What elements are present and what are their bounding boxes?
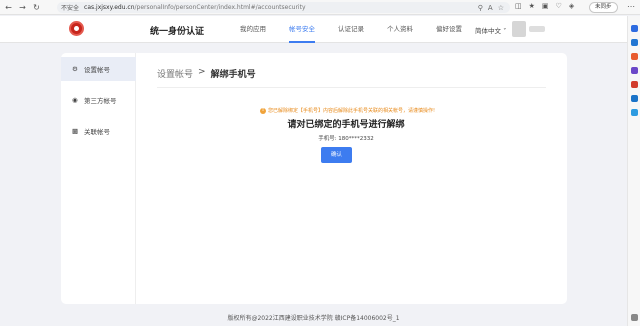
- browser-toolbar: ← → ↻ 不安全 cas.jxjsxy.edu.cn/personalInfo…: [0, 0, 640, 15]
- url-host: cas.jxjsxy.edu.cn: [84, 4, 135, 11]
- toolbar-icons: ◫ ★ ▣ ♡ ◈: [515, 2, 574, 10]
- collections-icon[interactable]: ▣: [542, 2, 549, 10]
- edge-sidebar: [627, 16, 640, 326]
- sidebar-item-label: 关联帐号: [84, 128, 110, 136]
- back-icon[interactable]: ←: [3, 2, 14, 13]
- gear-icon: ⚙: [72, 65, 78, 73]
- confirm-button[interactable]: 确认: [321, 147, 352, 163]
- warning-text: 您已解除绑定【手机号】内容后解除此手机号关联的相关帐号，请谨慎操作!: [268, 108, 436, 114]
- tools-icon[interactable]: [631, 53, 638, 60]
- nav-profile[interactable]: 个人资料: [387, 16, 413, 43]
- health-icon[interactable]: ♡: [556, 2, 562, 10]
- username-redacted[interactable]: [529, 26, 545, 32]
- favorites-icon[interactable]: ★: [529, 2, 535, 10]
- address-bar[interactable]: 不安全 cas.jxjsxy.edu.cn/personalInfo/perso…: [57, 2, 510, 13]
- add-sidebar-icon[interactable]: [631, 109, 638, 116]
- favorite-icon[interactable]: ☆: [498, 4, 504, 12]
- reload-icon[interactable]: ↻: [31, 2, 42, 13]
- nav-account-security[interactable]: 帐号安全: [289, 16, 315, 43]
- language-label: 简体中文: [475, 27, 501, 35]
- link-icon: ▩: [72, 127, 79, 135]
- shopping-icon[interactable]: [631, 39, 638, 46]
- nav-auth-records[interactable]: 认证记录: [338, 16, 364, 43]
- nav-my-apps[interactable]: 我的应用: [240, 16, 266, 43]
- school-logo[interactable]: [69, 21, 84, 36]
- sidebar-item-label: 设置帐号: [84, 66, 110, 74]
- main-card: ⚙ 设置帐号 ◉ 第三方帐号 ▩ 关联帐号 设置帐号 > 解绑手机号 ! 您已解…: [61, 53, 567, 304]
- language-select[interactable]: 简体中文 ˅: [475, 25, 506, 35]
- url-text[interactable]: cas.jxjsxy.edu.cn/personalInfo/personCen…: [84, 4, 305, 11]
- sidebar-item-label: 第三方帐号: [84, 97, 117, 105]
- outlook-icon[interactable]: [631, 95, 638, 102]
- phone-value: 180****2332: [338, 136, 374, 142]
- phone-label: 手机号:: [318, 136, 337, 142]
- phone-line: 手机号: 180****2332: [261, 134, 431, 142]
- search-sidebar-icon[interactable]: [631, 25, 638, 32]
- avatar[interactable]: [512, 21, 526, 37]
- site-header: 统一身份认证 我的应用 帐号安全 认证记录 个人资料 偏好设置 简体中文 ˅: [0, 16, 627, 43]
- settings-sidebar-icon[interactable]: [631, 314, 638, 321]
- warning-icon: !: [260, 107, 266, 114]
- profile-sync-button[interactable]: 未同步: [589, 2, 618, 13]
- breadcrumb-separator: >: [198, 67, 206, 77]
- page-heading: 请对已绑定的手机号进行解绑: [287, 120, 405, 130]
- site-title: 统一身份认证: [150, 27, 205, 37]
- sidebar-item-set-account[interactable]: ⚙ 设置帐号: [61, 57, 136, 81]
- footer-copyright: 版权所有@2022江西建设职业技术学院 赣ICP备14006002号_1: [227, 315, 400, 322]
- office-icon[interactable]: [631, 81, 638, 88]
- forward-icon[interactable]: →: [17, 2, 28, 13]
- nav-preferences[interactable]: 偏好设置: [436, 16, 462, 43]
- chat-icon: ◉: [72, 96, 78, 104]
- address-bar-icons: ⚲ A ☆: [478, 4, 504, 12]
- sidebar-item-linked-accounts[interactable]: ▩ 关联帐号: [61, 119, 136, 143]
- breadcrumb-parent[interactable]: 设置帐号: [157, 67, 193, 80]
- more-menu-icon[interactable]: ⋯: [627, 2, 635, 11]
- sidebar-item-third-party[interactable]: ◉ 第三方帐号: [61, 88, 136, 112]
- search-icon[interactable]: ⚲: [478, 4, 483, 12]
- breadcrumb-current: 解绑手机号: [210, 70, 256, 80]
- account-sidebar: ⚙ 设置帐号 ◉ 第三方帐号 ▩ 关联帐号: [61, 53, 136, 304]
- url-path: /personalInfo/personCenter/index.html#/a…: [134, 4, 306, 11]
- top-nav: 我的应用 帐号安全 认证记录 个人资料 偏好设置: [240, 16, 485, 43]
- read-aloud-icon[interactable]: A: [488, 4, 493, 12]
- divider: [157, 87, 546, 88]
- games-icon[interactable]: [631, 67, 638, 74]
- extensions-icon[interactable]: ◈: [569, 2, 574, 10]
- warning-notice: ! 您已解除绑定【手机号】内容后解除此手机号关联的相关帐号，请谨慎操作!: [260, 107, 435, 114]
- breadcrumb: 设置帐号 > 解绑手机号: [157, 67, 256, 80]
- insecure-label[interactable]: 不安全: [61, 3, 79, 12]
- chevron-down-icon: ˅: [503, 27, 507, 35]
- split-screen-icon[interactable]: ◫: [515, 2, 522, 10]
